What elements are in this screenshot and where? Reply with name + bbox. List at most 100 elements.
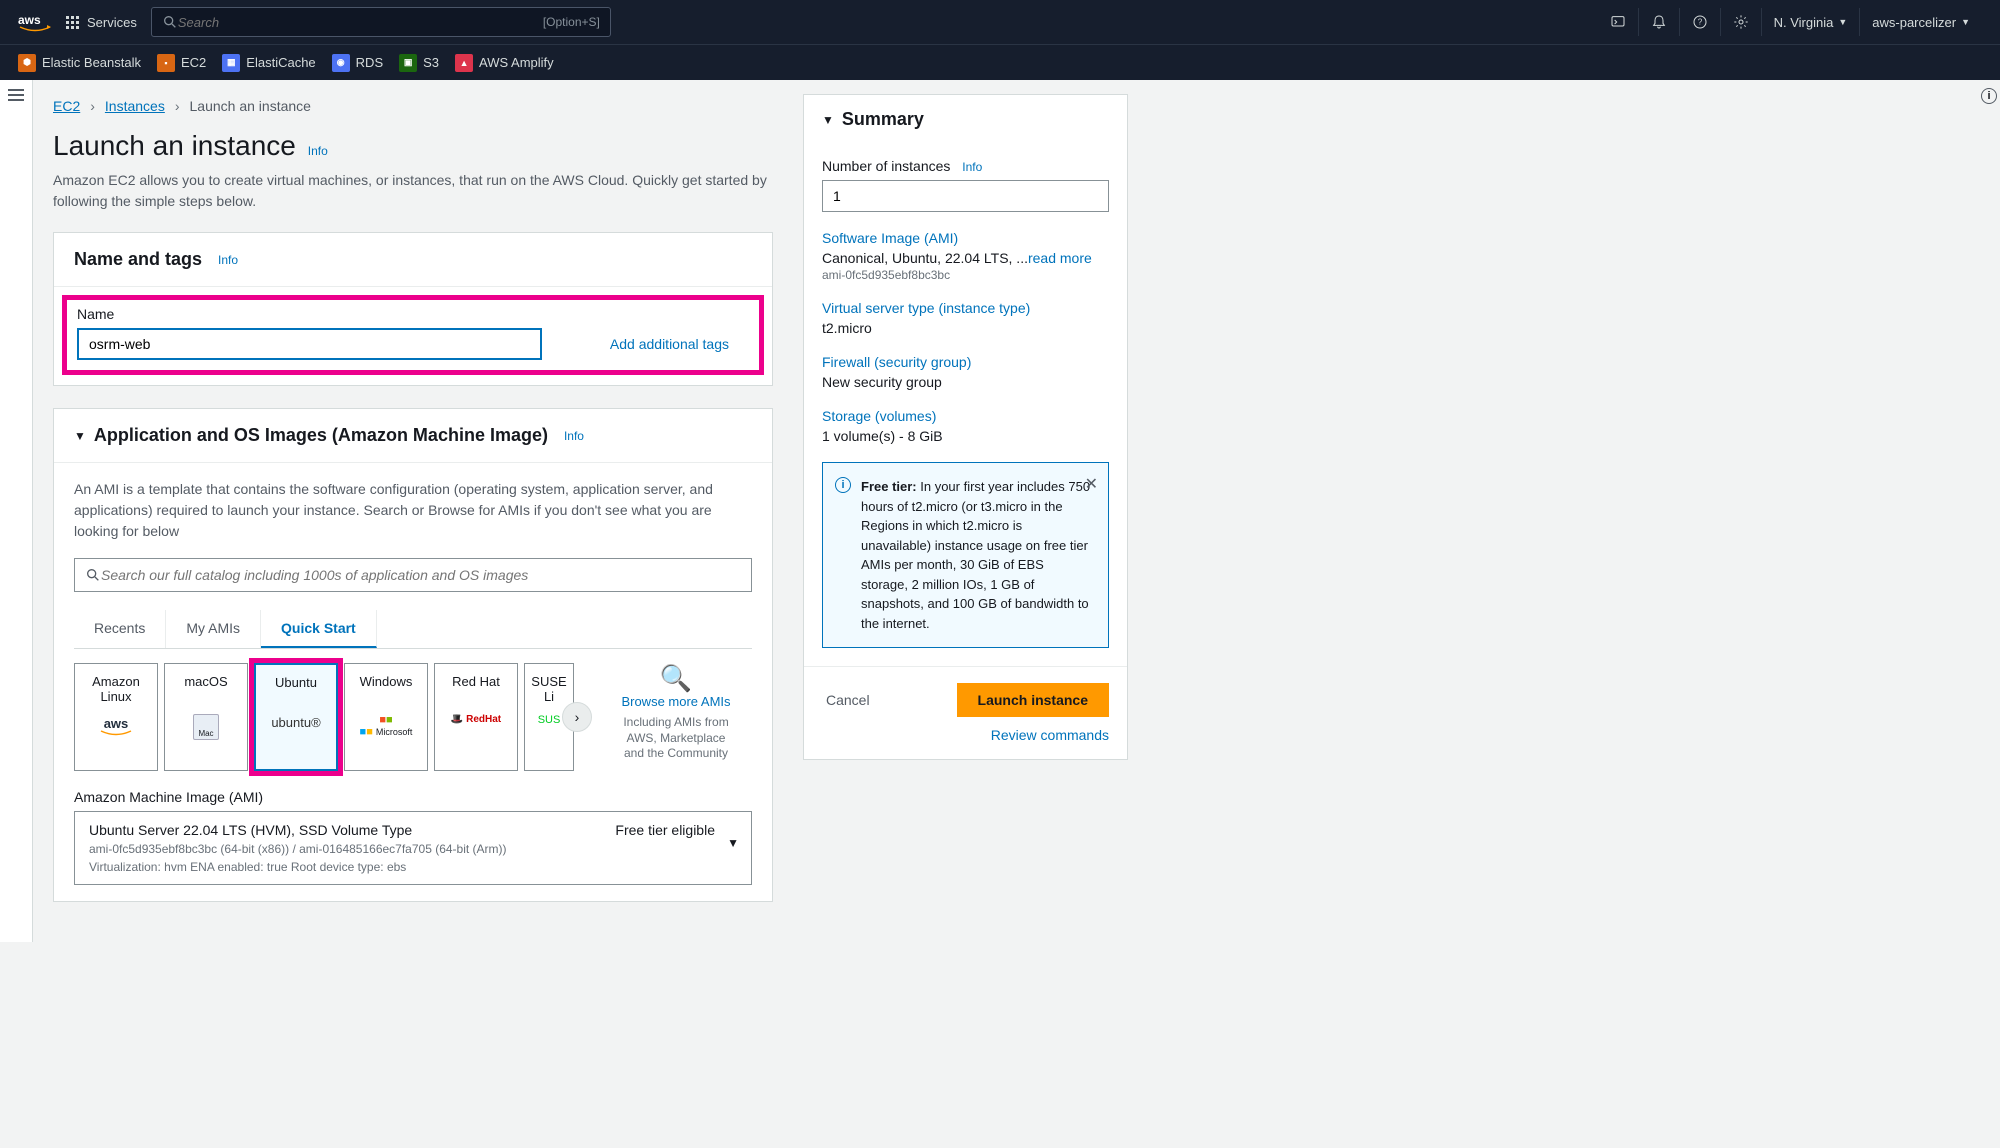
free-tier-badge: Free tier eligible: [615, 822, 715, 838]
notifications-icon[interactable]: [1638, 8, 1679, 36]
num-instances-label: Number of instances: [822, 158, 950, 174]
name-label: Name: [77, 306, 749, 322]
shortcut-elastic-beanstalk[interactable]: ⬢Elastic Beanstalk: [18, 54, 141, 72]
settings-icon[interactable]: [1720, 8, 1761, 36]
panel-title: Application and OS Images (Amazon Machin…: [94, 425, 548, 446]
name-highlight: Name Add additional tags: [62, 295, 764, 375]
breadcrumb-instances[interactable]: Instances: [105, 98, 165, 114]
global-search[interactable]: [Option+S]: [151, 7, 611, 37]
ami-tabs: Recents My AMIs Quick Start: [74, 610, 752, 649]
chevron-right-icon: ›: [90, 98, 95, 114]
info-link[interactable]: Info: [308, 144, 328, 158]
software-image-value: Canonical, Ubuntu, 22.04 LTS, ...read mo…: [822, 250, 1109, 266]
services-label: Services: [87, 15, 137, 30]
ami-select-dropdown[interactable]: Ubuntu Server 22.04 LTS (HVM), SSD Volum…: [74, 811, 752, 885]
shortcut-elasticache[interactable]: ▦ElastiCache: [222, 54, 315, 72]
add-tags-link[interactable]: Add additional tags: [610, 336, 729, 352]
account-selector[interactable]: aws-parcelizer: [1859, 8, 1982, 36]
read-more-link[interactable]: read more: [1028, 250, 1092, 266]
ami-search-input[interactable]: [101, 567, 741, 583]
free-tier-text: In your first year includes 750 hours of…: [861, 479, 1090, 631]
summary-footer: Cancel Launch instance Review commands: [804, 666, 1127, 759]
name-and-tags-panel: Name and tags Info Name Add additional t…: [53, 232, 773, 386]
shortcut-ec2[interactable]: ▪EC2: [157, 54, 206, 72]
instance-type-value: t2.micro: [822, 320, 1109, 336]
chevron-down-icon: ▼: [727, 836, 739, 850]
shortcut-amplify[interactable]: ▲AWS Amplify: [455, 54, 554, 72]
page-title: Launch an instance: [53, 130, 296, 162]
info-link[interactable]: Info: [218, 253, 238, 267]
topnav-right: ? N. Virginia aws-parcelizer: [1598, 8, 1982, 36]
grid-icon: [66, 16, 79, 29]
free-tier-info-box: i ✕ Free tier: In your first year includ…: [822, 462, 1109, 648]
info-link[interactable]: Info: [564, 429, 584, 443]
ami-meta: Virtualization: hvm ENA enabled: true Ro…: [89, 860, 737, 874]
info-icon: i: [835, 477, 851, 493]
os-card-ubuntu[interactable]: Ubuntu ubuntu®: [254, 663, 338, 771]
panel-title: Name and tags: [74, 249, 202, 270]
breadcrumb: EC2 › Instances › Launch an instance: [53, 98, 773, 114]
top-nav: aws Services [Option+S] ? N. Virginia aw…: [0, 0, 2000, 44]
ami-select-label: Amazon Machine Image (AMI): [74, 789, 752, 805]
os-card-redhat[interactable]: Red Hat 🎩 RedHat: [434, 663, 518, 771]
os-card-macos[interactable]: macOS Mac: [164, 663, 248, 771]
os-selection-row: Amazon Linux aws macOS Mac Ubuntu ubuntu…: [74, 663, 752, 771]
storage-value: 1 volume(s) - 8 GiB: [822, 428, 1109, 444]
firewall-value: New security group: [822, 374, 1109, 390]
help-icon[interactable]: ?: [1679, 8, 1720, 36]
os-card-amazon-linux[interactable]: Amazon Linux aws: [74, 663, 158, 771]
main-content: EC2 › Instances › Launch an instance Lau…: [33, 80, 793, 942]
caret-down-icon[interactable]: ▼: [74, 429, 86, 443]
ami-panel: ▼ Application and OS Images (Amazon Mach…: [53, 408, 773, 902]
tab-my-amis[interactable]: My AMIs: [166, 610, 261, 648]
ami-description: An AMI is a template that contains the s…: [74, 479, 752, 542]
tab-quick-start[interactable]: Quick Start: [261, 610, 377, 648]
close-icon[interactable]: ✕: [1085, 473, 1098, 497]
ami-search[interactable]: [74, 558, 752, 592]
free-tier-label: Free tier:: [861, 479, 917, 494]
review-commands-link[interactable]: Review commands: [991, 727, 1109, 743]
region-selector[interactable]: N. Virginia: [1761, 8, 1860, 36]
launch-instance-button[interactable]: Launch instance: [957, 683, 1109, 717]
search-shortcut: [Option+S]: [543, 15, 600, 29]
aws-logo[interactable]: aws: [18, 12, 52, 32]
instance-name-input[interactable]: [77, 328, 542, 360]
chevron-right-icon: ›: [175, 98, 180, 114]
software-image-id: ami-0fc5d935ebf8bc3bc: [822, 268, 1109, 282]
info-icon[interactable]: i: [1981, 88, 1997, 104]
summary-panel: ▼ Summary Number of instances Info Softw…: [803, 94, 1128, 760]
browse-more-amis[interactable]: 🔍 Browse more AMIs Including AMIs from A…: [616, 663, 736, 771]
services-button[interactable]: Services: [66, 15, 137, 30]
svg-text:?: ?: [1697, 18, 1702, 27]
shortcut-s3[interactable]: ▣S3: [399, 54, 439, 72]
breadcrumb-current: Launch an instance: [190, 98, 311, 114]
software-image-link[interactable]: Software Image (AMI): [822, 230, 1109, 246]
hamburger-icon[interactable]: [0, 88, 32, 105]
svg-text:aws: aws: [18, 13, 41, 27]
service-shortcuts: ⬢Elastic Beanstalk ▪EC2 ▦ElastiCache ◉RD…: [0, 44, 2000, 80]
caret-down-icon[interactable]: ▼: [822, 113, 834, 127]
firewall-link[interactable]: Firewall (security group): [822, 354, 1109, 370]
num-instances-input[interactable]: [822, 180, 1109, 212]
os-card-windows[interactable]: Windows ■■■■ Microsoft: [344, 663, 428, 771]
shortcut-rds[interactable]: ◉RDS: [332, 54, 383, 72]
left-rail: [0, 80, 33, 942]
right-rail: i: [1978, 80, 2000, 942]
search-icon: [162, 14, 178, 30]
breadcrumb-ec2[interactable]: EC2: [53, 98, 80, 114]
svg-text:aws: aws: [104, 716, 129, 731]
scroll-right-button[interactable]: ›: [562, 702, 592, 732]
summary-title: Summary: [842, 109, 924, 130]
browse-more-sub: Including AMIs from AWS, Marketplace and…: [616, 715, 736, 762]
chevron-right-icon: ›: [575, 709, 580, 725]
tab-recents[interactable]: Recents: [74, 610, 166, 648]
instance-type-link[interactable]: Virtual server type (instance type): [822, 300, 1109, 316]
browse-more-link[interactable]: Browse more AMIs: [621, 694, 730, 709]
search-icon: 🔍: [616, 663, 736, 694]
info-link[interactable]: Info: [962, 160, 982, 174]
search-input[interactable]: [178, 15, 543, 30]
cloudshell-icon[interactable]: [1598, 8, 1638, 36]
cancel-button[interactable]: Cancel: [822, 684, 874, 716]
storage-link[interactable]: Storage (volumes): [822, 408, 1109, 424]
search-icon: [85, 567, 101, 583]
